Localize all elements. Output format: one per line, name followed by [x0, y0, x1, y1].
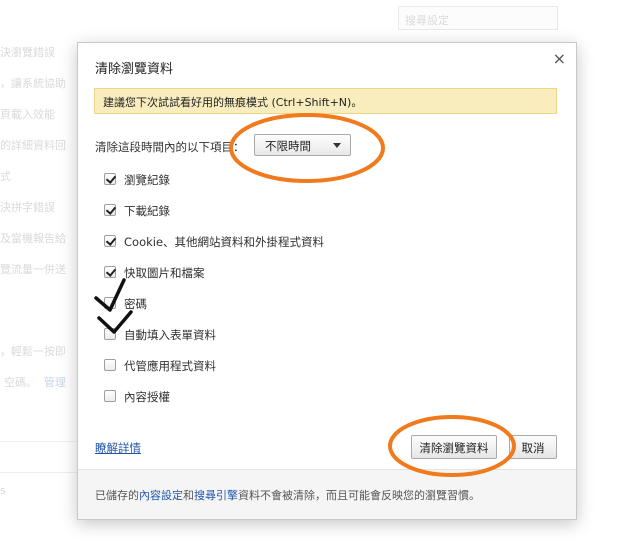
- checkbox[interactable]: [104, 359, 116, 371]
- option-label: 快取圖片和檔案: [124, 266, 205, 280]
- checkbox[interactable]: [104, 266, 116, 278]
- close-icon[interactable]: ×: [553, 49, 566, 68]
- checkbox[interactable]: [104, 390, 116, 402]
- content-settings-link[interactable]: 內容設定: [139, 489, 183, 502]
- time-range-select[interactable]: 不限時間: [254, 134, 351, 156]
- option-label: 瀏覽紀錄: [124, 173, 170, 187]
- checkbox[interactable]: [104, 328, 116, 340]
- option-label: 下載紀錄: [124, 204, 170, 218]
- footer-text: 資料不會被清除，而且可能會反映您的瀏覽習慣。: [238, 489, 480, 502]
- option-label: 內容授權: [124, 390, 170, 404]
- dialog-footer: 已儲存的內容設定和搜尋引擎資料不會被清除，而且可能會反映您的瀏覽習慣。: [78, 469, 576, 519]
- clear-browsing-data-dialog: 清除瀏覽資料 × 建議您下次試試看好用的無痕模式 (Ctrl+Shift+N)。…: [77, 42, 577, 520]
- checkbox[interactable]: [104, 173, 116, 185]
- option-label: 自動填入表單資料: [124, 328, 216, 342]
- clear-browsing-data-button[interactable]: 清除瀏覽資料: [411, 435, 497, 459]
- footer-text: 已儲存的: [95, 489, 139, 502]
- checkbox[interactable]: [104, 204, 116, 216]
- checkbox[interactable]: [104, 297, 116, 309]
- chevron-down-icon: [333, 143, 341, 148]
- footer-text: 和: [183, 489, 194, 502]
- learn-more-link[interactable]: 瞭解詳情: [95, 440, 141, 456]
- cancel-button[interactable]: 取消: [509, 435, 557, 459]
- time-range-label: 清除這段時間內的以下項目：: [95, 140, 245, 154]
- option-label: 代管應用程式資料: [124, 359, 216, 373]
- option-label: 密碼: [124, 297, 147, 311]
- incognito-tip-banner: 建議您下次試試看好用的無痕模式 (Ctrl+Shift+N)。: [94, 88, 557, 114]
- search-engines-link[interactable]: 搜尋引擎: [194, 489, 238, 502]
- option-label: Cookie、其他網站資料和外掛程式資料: [124, 235, 325, 249]
- dialog-title: 清除瀏覽資料: [95, 62, 174, 77]
- checkbox[interactable]: [104, 235, 116, 247]
- time-range-value: 不限時間: [265, 139, 311, 153]
